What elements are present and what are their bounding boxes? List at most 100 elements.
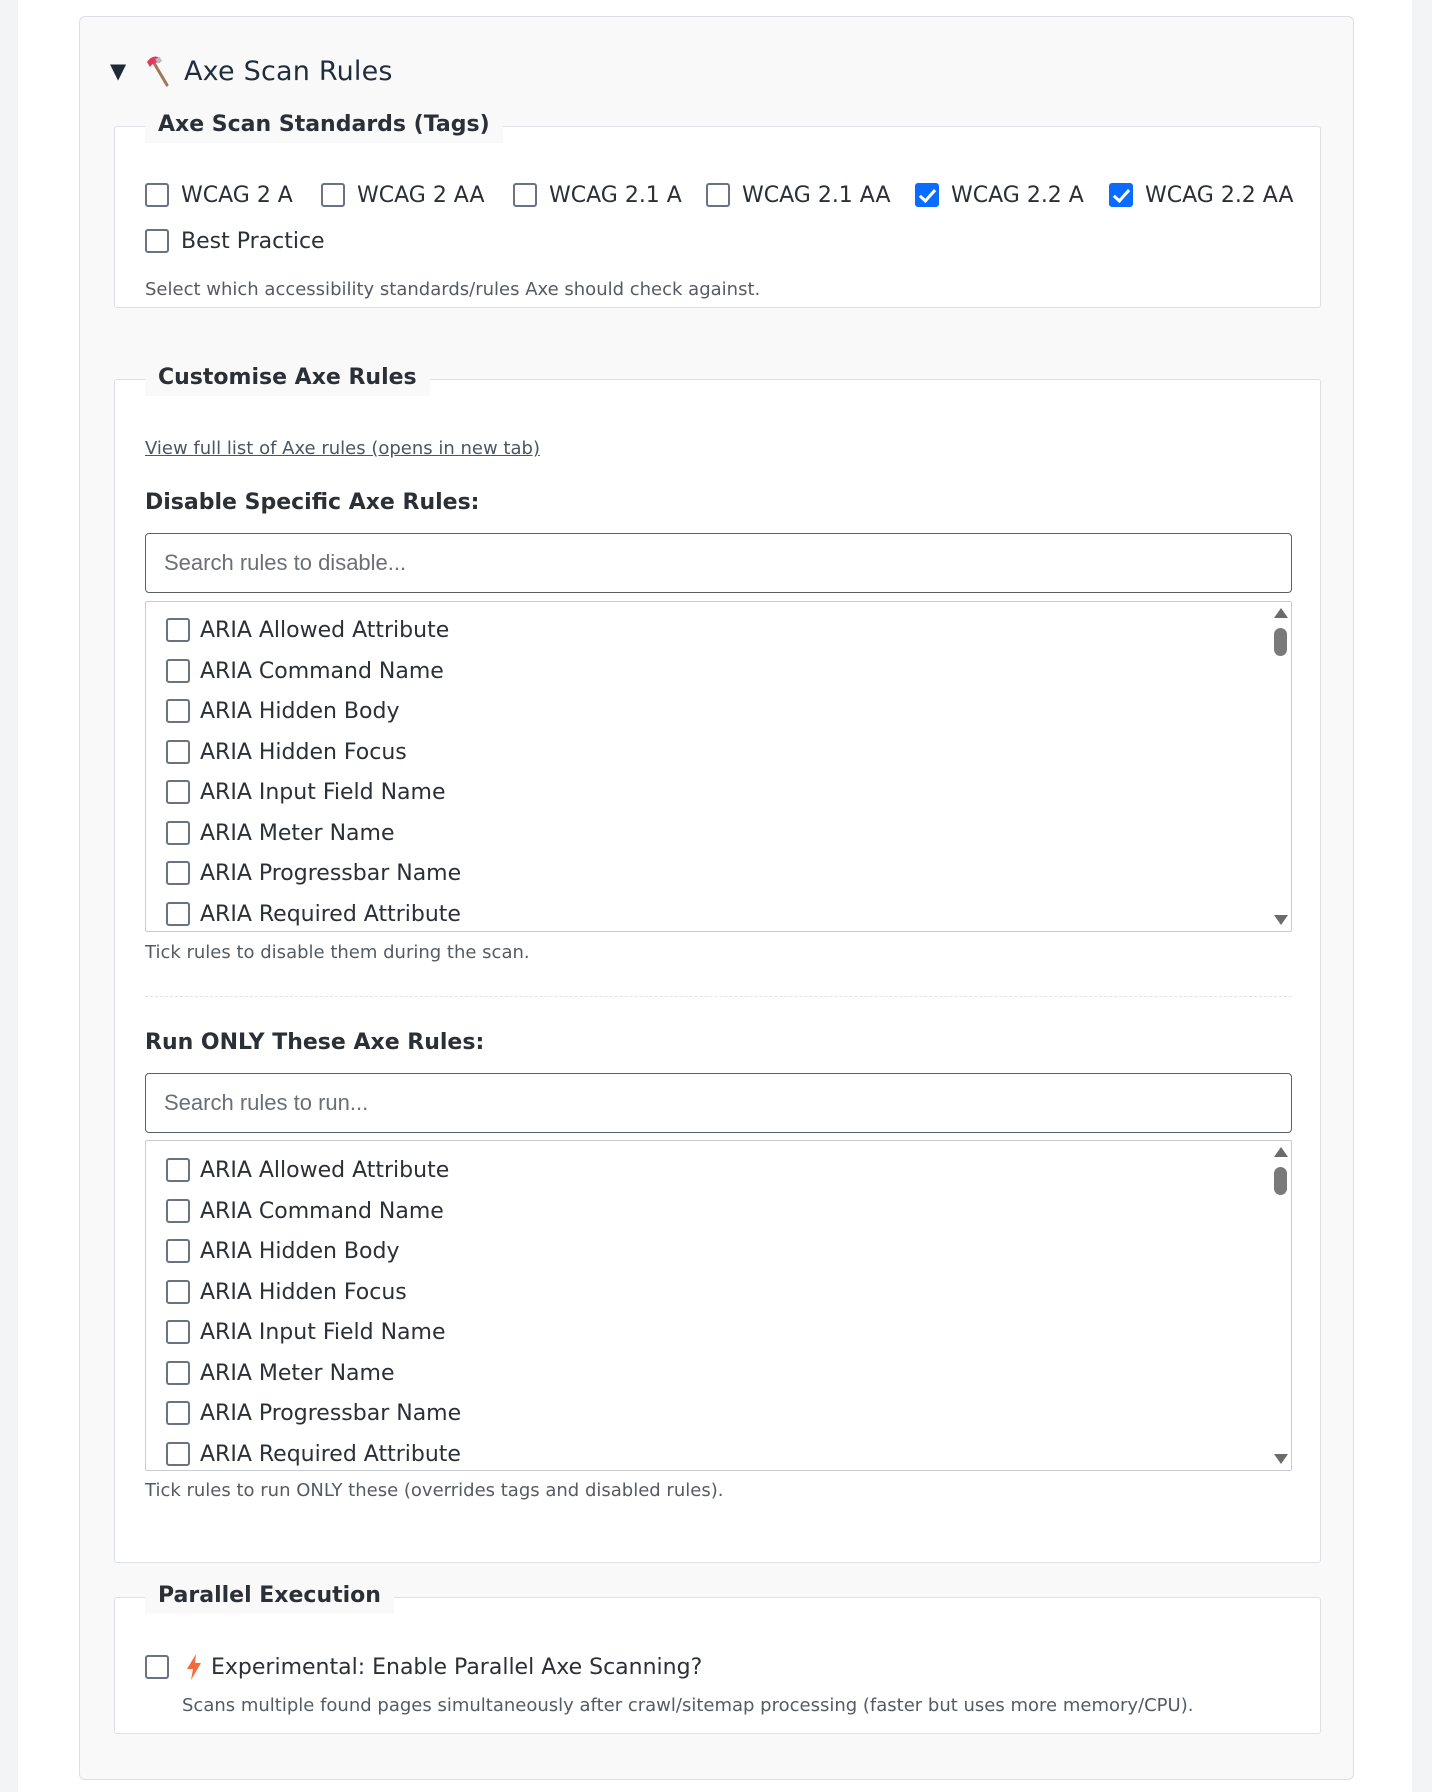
parallel-checkbox[interactable] (145, 1655, 169, 1679)
parallel-label: Experimental: Enable Parallel Axe Scanni… (211, 1654, 703, 1680)
disable-help: Tick rules to disable them during the sc… (145, 942, 530, 963)
scroll-up-arrow-icon[interactable] (1274, 608, 1288, 618)
rule-label: ARIA Progressbar Name (200, 860, 462, 886)
list-item[interactable]: ARIA Command Name (166, 1196, 444, 1226)
rule-label: ARIA Hidden Body (200, 698, 400, 724)
tag-wcag22a-checkbox[interactable] (915, 183, 939, 207)
standards-help: Select which accessibility standards/rul… (145, 279, 761, 300)
list-item[interactable]: ARIA Hidden Body (166, 1236, 399, 1266)
rule-label: ARIA Input Field Name (200, 779, 446, 805)
rule-label: ARIA Required Attribute (200, 1441, 461, 1467)
list-item[interactable]: ARIA Progressbar Name (166, 1398, 461, 1428)
tag-wcag22a[interactable]: WCAG 2.2 A (915, 180, 1084, 210)
rule-checkbox[interactable] (166, 659, 190, 683)
tag-wcag21a[interactable]: WCAG 2.1 A (513, 180, 682, 210)
tag-wcag22aa[interactable]: WCAG 2.2 AA (1109, 180, 1294, 210)
rule-checkbox[interactable] (166, 821, 190, 845)
list-item[interactable]: ARIA Allowed Attribute (166, 1155, 449, 1185)
tag-wcag21aa-checkbox[interactable] (706, 183, 730, 207)
rule-checkbox[interactable] (166, 902, 190, 926)
run-only-search-input[interactable] (145, 1073, 1292, 1133)
rule-label: ARIA Progressbar Name (200, 1400, 462, 1426)
disable-heading: Disable Specific Axe Rules: (145, 490, 480, 515)
rule-label: ARIA Meter Name (200, 820, 395, 846)
page: ▼ Axe Scan Rules Axe Scan Standards (Tag… (18, 0, 1412, 1792)
parallel-fieldset: Parallel Execution Experimental: Enable … (114, 1578, 1321, 1734)
tag-wcag22aa-checkbox[interactable] (1109, 183, 1133, 207)
list-item[interactable]: ARIA Meter Name (166, 1358, 395, 1388)
axe-rules-link[interactable]: View full list of Axe rules (opens in ne… (145, 438, 540, 459)
tag-wcag21aa[interactable]: WCAG 2.1 AA (706, 180, 891, 210)
axe-icon (147, 56, 169, 87)
tag-wcag2aa-checkbox[interactable] (321, 183, 345, 207)
rule-label: ARIA Input Field Name (200, 1319, 446, 1345)
run-only-help: Tick rules to run ONLY these (overrides … (145, 1480, 724, 1501)
tag-label: WCAG 2.2 AA (1145, 182, 1294, 208)
customise-legend: Customise Axe Rules (145, 360, 430, 396)
list-item[interactable]: ARIA Meter Name (166, 818, 395, 848)
divider (145, 996, 1292, 997)
rule-checkbox[interactable] (166, 1361, 190, 1385)
list-item[interactable]: ARIA Input Field Name (166, 1317, 446, 1347)
list-item[interactable]: ARIA Allowed Attribute (166, 615, 449, 645)
list-item[interactable]: ARIA Hidden Focus (166, 1277, 407, 1307)
tag-wcag2a[interactable]: WCAG 2 A (145, 180, 293, 210)
standards-fieldset: Axe Scan Standards (Tags) WCAG 2 A WCAG … (114, 107, 1321, 308)
scrollbar[interactable] (1269, 1141, 1291, 1470)
list-item[interactable]: ARIA Hidden Body (166, 696, 399, 726)
customise-fieldset: Customise Axe Rules View full list of Ax… (114, 360, 1321, 1563)
rule-label: ARIA Allowed Attribute (200, 617, 450, 643)
list-item[interactable]: ARIA Required Attribute (166, 899, 461, 929)
parallel-legend: Parallel Execution (145, 1578, 394, 1614)
list-item[interactable]: ARIA Required Attribute (166, 1439, 461, 1469)
section-title: Axe Scan Rules (184, 55, 393, 87)
rule-label: ARIA Command Name (200, 658, 444, 684)
rule-checkbox[interactable] (166, 1199, 190, 1223)
list-item[interactable]: ARIA Hidden Focus (166, 737, 407, 767)
tag-wcag21a-checkbox[interactable] (513, 183, 537, 207)
run-only-heading: Run ONLY These Axe Rules: (145, 1030, 485, 1055)
rule-label: ARIA Meter Name (200, 1360, 395, 1386)
tag-best-practice[interactable]: Best Practice (145, 226, 325, 256)
rule-label: ARIA Required Attribute (200, 901, 461, 927)
rule-checkbox[interactable] (166, 780, 190, 804)
tag-label: Best Practice (181, 228, 325, 254)
parallel-toggle[interactable]: Experimental: Enable Parallel Axe Scanni… (145, 1652, 702, 1682)
rule-checkbox[interactable] (166, 740, 190, 764)
rule-checkbox[interactable] (166, 861, 190, 885)
caret-down-icon: ▼ (110, 59, 127, 83)
list-item[interactable]: ARIA Progressbar Name (166, 858, 461, 888)
section-summary[interactable]: ▼ Axe Scan Rules (110, 51, 393, 91)
parallel-help: Scans multiple found pages simultaneousl… (182, 1695, 1194, 1716)
tag-label: WCAG 2.1 AA (742, 182, 891, 208)
disable-rules-list: ARIA Allowed Attribute ARIA Command Name… (145, 601, 1292, 932)
rule-checkbox[interactable] (166, 1280, 190, 1304)
rule-checkbox[interactable] (166, 618, 190, 642)
rule-label: ARIA Hidden Focus (200, 1279, 407, 1305)
rule-checkbox[interactable] (166, 1158, 190, 1182)
tag-wcag2a-checkbox[interactable] (145, 183, 169, 207)
rule-checkbox[interactable] (166, 699, 190, 723)
rule-checkbox[interactable] (166, 1442, 190, 1466)
standards-legend: Axe Scan Standards (Tags) (145, 107, 503, 143)
tag-best-practice-checkbox[interactable] (145, 229, 169, 253)
scrollbar-thumb[interactable] (1274, 628, 1287, 656)
list-item[interactable]: ARIA Command Name (166, 656, 444, 686)
rule-checkbox[interactable] (166, 1320, 190, 1344)
rule-label: ARIA Command Name (200, 1198, 444, 1224)
tag-label: WCAG 2 AA (357, 182, 485, 208)
scroll-down-arrow-icon[interactable] (1274, 1454, 1288, 1464)
list-item[interactable]: ARIA Input Field Name (166, 777, 446, 807)
run-only-rules-list: ARIA Allowed Attribute ARIA Command Name… (145, 1140, 1292, 1471)
axe-scan-rules-section: ▼ Axe Scan Rules Axe Scan Standards (Tag… (79, 16, 1354, 1780)
rule-checkbox[interactable] (166, 1239, 190, 1263)
tag-label: WCAG 2.2 A (951, 182, 1084, 208)
rule-label: ARIA Allowed Attribute (200, 1157, 450, 1183)
scrollbar[interactable] (1269, 602, 1291, 931)
scroll-down-arrow-icon[interactable] (1274, 915, 1288, 925)
tag-wcag2aa[interactable]: WCAG 2 AA (321, 180, 485, 210)
scroll-up-arrow-icon[interactable] (1274, 1147, 1288, 1157)
rule-checkbox[interactable] (166, 1401, 190, 1425)
disable-search-input[interactable] (145, 533, 1292, 593)
scrollbar-thumb[interactable] (1274, 1167, 1287, 1195)
